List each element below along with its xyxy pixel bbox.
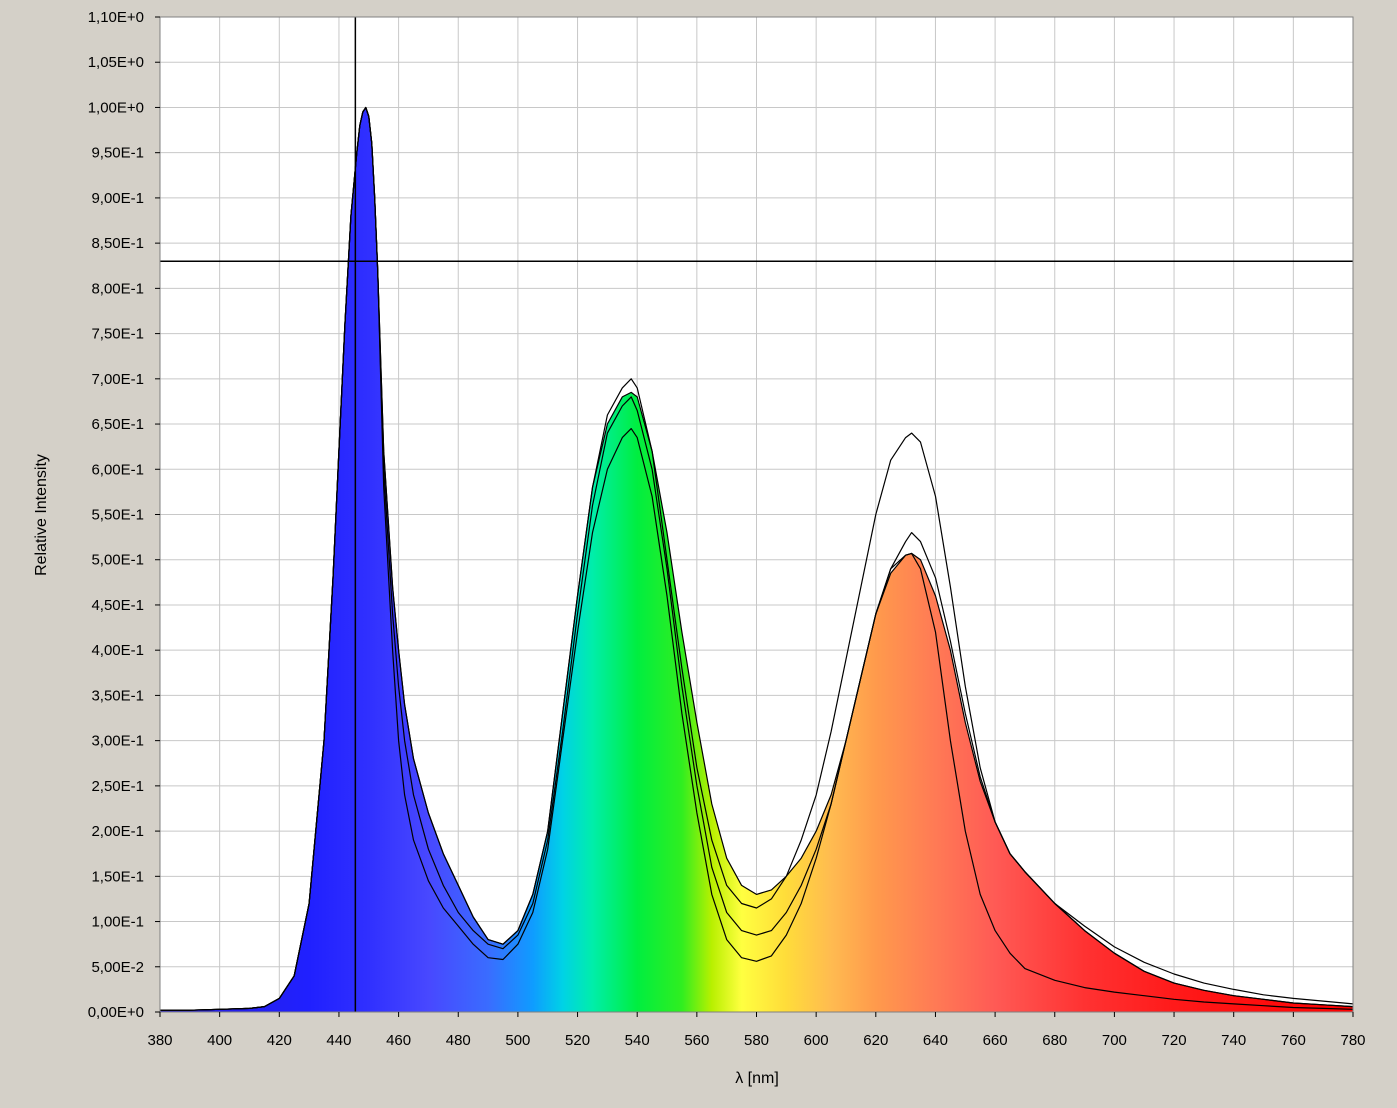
y-tick-label: 1,00E+0 xyxy=(88,99,144,116)
y-axis-label: Relative Intensity xyxy=(33,454,50,576)
y-tick-label: 2,50E-1 xyxy=(91,778,144,795)
y-tick-label: 7,50E-1 xyxy=(91,326,144,343)
y-tick-label: 8,00E-1 xyxy=(91,280,144,297)
y-tick-label: 4,00E-1 xyxy=(91,642,144,659)
chart-canvas: 380 400 420 440 460 480 500 520 540 560 580 600 620 6… xyxy=(33,9,1366,1087)
y-tick-label: 1,05E+0 xyxy=(88,54,144,71)
x-tick-label: 680 xyxy=(1042,1032,1067,1049)
y-tick-label: 8,50E-1 xyxy=(91,235,144,252)
x-tick-label: 600 xyxy=(804,1032,829,1049)
y-tick-label: 5,50E-1 xyxy=(91,507,144,524)
y-tick-label: 4,50E-1 xyxy=(91,597,144,614)
x-tick-label: 740 xyxy=(1221,1032,1246,1049)
x-axis-ticks: 380 400 420 440 460 480 500 520 540 560 580 600 620 6… xyxy=(147,1012,1366,1049)
x-tick-label: 780 xyxy=(1340,1032,1365,1049)
y-tick-label: 9,00E-1 xyxy=(91,190,144,207)
y-tick-label: 3,50E-1 xyxy=(91,687,144,704)
y-tick-label: 2,00E-1 xyxy=(91,823,144,840)
spectrum-chart: 380 400 420 440 460 480 500 520 540 560 580 600 620 6… xyxy=(0,0,1397,1103)
y-tick-label: 6,50E-1 xyxy=(91,416,144,433)
x-tick-label: 400 xyxy=(207,1032,232,1049)
x-tick-label: 700 xyxy=(1102,1032,1127,1049)
x-tick-label: 420 xyxy=(267,1032,292,1049)
x-tick-label: 640 xyxy=(923,1032,948,1049)
x-tick-label: 660 xyxy=(983,1032,1008,1049)
y-tick-label: 5,00E-2 xyxy=(91,959,144,976)
x-tick-label: 560 xyxy=(684,1032,709,1049)
y-axis-ticks: 0,00E+0 5,00E-2 1,00E-1 1,50E-1 2,00E-1 2,50E… xyxy=(88,9,160,1021)
x-tick-label: 580 xyxy=(744,1032,769,1049)
y-tick-label: 7,00E-1 xyxy=(91,371,144,388)
y-tick-label: 1,00E-1 xyxy=(91,914,144,931)
y-tick-label: 6,00E-1 xyxy=(91,461,144,478)
x-tick-label: 520 xyxy=(565,1032,590,1049)
x-tick-label: 760 xyxy=(1281,1032,1306,1049)
x-tick-label: 480 xyxy=(446,1032,471,1049)
x-tick-label: 620 xyxy=(863,1032,888,1049)
x-tick-label: 440 xyxy=(326,1032,351,1049)
y-tick-label: 1,50E-1 xyxy=(91,868,144,885)
x-tick-label: 460 xyxy=(386,1032,411,1049)
x-axis-label: λ [nm] xyxy=(735,1070,779,1087)
x-tick-label: 540 xyxy=(625,1032,650,1049)
y-tick-label: 3,00E-1 xyxy=(91,733,144,750)
y-tick-label: 0,00E+0 xyxy=(88,1004,144,1021)
x-tick-label: 380 xyxy=(147,1032,172,1049)
x-tick-label: 720 xyxy=(1162,1032,1187,1049)
y-tick-label: 1,10E+0 xyxy=(88,9,144,26)
x-tick-label: 500 xyxy=(505,1032,530,1049)
y-tick-label: 5,00E-1 xyxy=(91,552,144,569)
y-tick-label: 9,50E-1 xyxy=(91,145,144,162)
